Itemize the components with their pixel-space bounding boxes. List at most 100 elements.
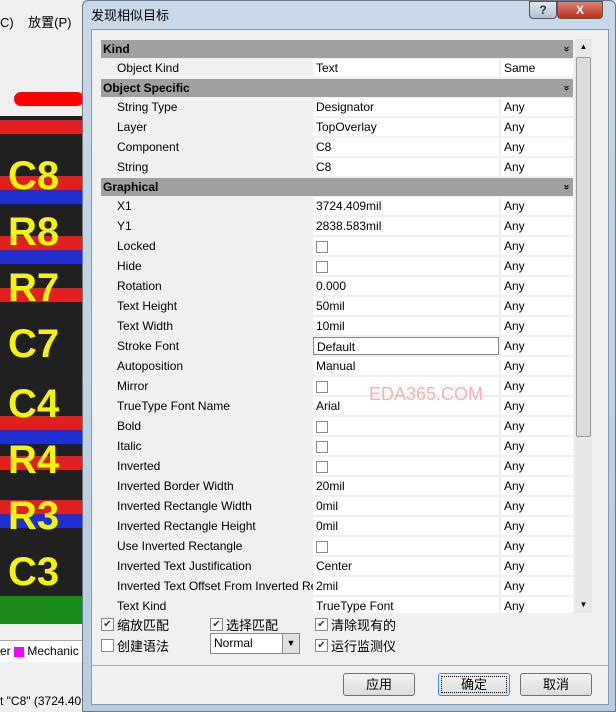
- property-value[interactable]: C8: [313, 138, 499, 156]
- match-criteria[interactable]: Any: [501, 517, 573, 535]
- collapse-icon[interactable]: »: [557, 46, 575, 52]
- vertical-scrollbar[interactable]: ▲ ▼: [575, 39, 592, 613]
- match-criteria[interactable]: Any: [501, 377, 573, 395]
- property-value[interactable]: [313, 417, 499, 435]
- match-criteria[interactable]: Any: [501, 217, 573, 235]
- match-criteria[interactable]: Any: [501, 537, 573, 555]
- pcb-canvas[interactable]: C8 R8 R7 C7 C4 R4 R3 C3: [0, 116, 90, 596]
- designator-label[interactable]: C4: [8, 384, 59, 424]
- cancel-button[interactable]: 取消: [520, 673, 592, 696]
- collapse-icon[interactable]: »: [557, 184, 575, 190]
- checkbox-unchecked-icon[interactable]: [316, 260, 328, 273]
- collapse-icon[interactable]: »: [557, 85, 575, 91]
- match-criteria[interactable]: Any: [501, 437, 573, 455]
- match-criteria[interactable]: Any: [501, 337, 573, 355]
- property-value[interactable]: 2838.583mil: [313, 217, 499, 235]
- match-criteria[interactable]: Any: [501, 597, 573, 613]
- property-value[interactable]: [313, 237, 499, 255]
- ok-button[interactable]: 确定: [438, 673, 510, 696]
- match-criteria[interactable]: Any: [501, 158, 573, 176]
- section-header[interactable]: Object Specific »: [101, 79, 573, 97]
- property-value[interactable]: Designator: [313, 98, 499, 116]
- property-name: Bold: [117, 419, 142, 433]
- section-header[interactable]: Kind »: [101, 40, 573, 58]
- property-value[interactable]: [313, 537, 499, 555]
- select-match-checkbox[interactable]: ✔ 选择匹配: [210, 615, 278, 634]
- property-value[interactable]: 2mil: [313, 577, 499, 595]
- chevron-down-icon[interactable]: ▼: [282, 634, 299, 653]
- designator-label[interactable]: C7: [8, 324, 59, 364]
- property-value-text: 10mil: [316, 319, 345, 333]
- menu-place[interactable]: 放置(P): [28, 15, 71, 30]
- checkbox-unchecked-icon[interactable]: [316, 380, 328, 393]
- create-expression-checkbox[interactable]: 创建语法: [101, 636, 169, 655]
- match-criteria[interactable]: Any: [501, 237, 573, 255]
- property-name: Autoposition: [117, 359, 184, 373]
- checkbox-unchecked-icon[interactable]: [316, 440, 328, 453]
- match-criteria[interactable]: Any: [501, 118, 573, 136]
- property-value[interactable]: [313, 257, 499, 275]
- layer-color-swatch: [14, 646, 25, 657]
- property-value[interactable]: 10mil: [313, 317, 499, 335]
- property-value[interactable]: 20mil: [313, 477, 499, 495]
- property-value[interactable]: TopOverlay: [313, 118, 499, 136]
- designator-label[interactable]: R8: [8, 212, 59, 252]
- scroll-down-icon[interactable]: ▼: [575, 597, 592, 613]
- match-criteria[interactable]: Any: [501, 577, 573, 595]
- property-value[interactable]: 3724.409mil: [313, 197, 499, 215]
- match-criteria[interactable]: Any: [501, 98, 573, 116]
- layer-tab-partial[interactable]: er: [0, 644, 11, 658]
- property-value[interactable]: Default: [313, 337, 499, 355]
- menu-partial[interactable]: C): [0, 15, 14, 30]
- designator-label[interactable]: R7: [8, 268, 59, 308]
- match-criteria[interactable]: Same: [501, 59, 573, 77]
- property-value[interactable]: [313, 457, 499, 475]
- property-value[interactable]: Center: [313, 557, 499, 575]
- match-criteria[interactable]: Any: [501, 477, 573, 495]
- close-button[interactable]: X: [557, 1, 603, 19]
- scrollbar-thumb[interactable]: [576, 57, 591, 437]
- match-criteria[interactable]: Any: [501, 417, 573, 435]
- help-button[interactable]: ?: [529, 1, 557, 19]
- property-value[interactable]: TrueType Font: [313, 597, 499, 613]
- clear-existing-checkbox[interactable]: ✔ 清除现有的: [315, 615, 396, 634]
- section-header[interactable]: Graphical »: [101, 178, 573, 196]
- run-inspector-checkbox[interactable]: ✔ 运行监测仪: [315, 636, 396, 655]
- mode-select[interactable]: Normal ▼: [210, 633, 300, 654]
- designator-label[interactable]: C8: [8, 156, 59, 196]
- match-criteria[interactable]: Any: [501, 317, 573, 335]
- scroll-up-icon[interactable]: ▲: [575, 39, 592, 55]
- match-criteria[interactable]: Any: [501, 557, 573, 575]
- checkbox-unchecked-icon[interactable]: [316, 540, 328, 553]
- layer-tab-mechanical[interactable]: Mechanic: [14, 644, 79, 658]
- divider: [92, 665, 608, 666]
- property-value[interactable]: 0.000: [313, 277, 499, 295]
- apply-button[interactable]: 应用: [343, 673, 415, 696]
- match-criteria[interactable]: Any: [501, 277, 573, 295]
- match-criteria[interactable]: Any: [501, 457, 573, 475]
- property-value[interactable]: 50mil: [313, 297, 499, 315]
- checkbox-unchecked-icon[interactable]: [316, 240, 328, 253]
- property-value[interactable]: C8: [313, 158, 499, 176]
- match-criteria[interactable]: Any: [501, 197, 573, 215]
- designator-label[interactable]: R3: [8, 496, 59, 536]
- checkbox-unchecked-icon[interactable]: [316, 460, 328, 473]
- designator-label[interactable]: R4: [8, 440, 59, 480]
- property-name: Text Kind: [117, 599, 167, 613]
- property-value[interactable]: 0mil: [313, 517, 499, 535]
- match-criteria[interactable]: Any: [501, 357, 573, 375]
- match-criteria[interactable]: Any: [501, 397, 573, 415]
- mode-select-value: Normal: [214, 636, 253, 650]
- property-value[interactable]: 0mil: [313, 497, 499, 515]
- checkbox-unchecked-icon[interactable]: [316, 420, 328, 433]
- match-criteria[interactable]: Any: [501, 497, 573, 515]
- property-value[interactable]: [313, 437, 499, 455]
- match-criteria[interactable]: Any: [501, 297, 573, 315]
- match-criteria[interactable]: Any: [501, 257, 573, 275]
- match-criteria[interactable]: Any: [501, 138, 573, 156]
- zoom-match-checkbox[interactable]: ✔ 缩放匹配: [101, 615, 169, 634]
- property-value[interactable]: Manual: [313, 357, 499, 375]
- property-name: Italic: [117, 439, 142, 453]
- property-value[interactable]: Text: [313, 59, 499, 77]
- designator-label[interactable]: C3: [8, 552, 59, 592]
